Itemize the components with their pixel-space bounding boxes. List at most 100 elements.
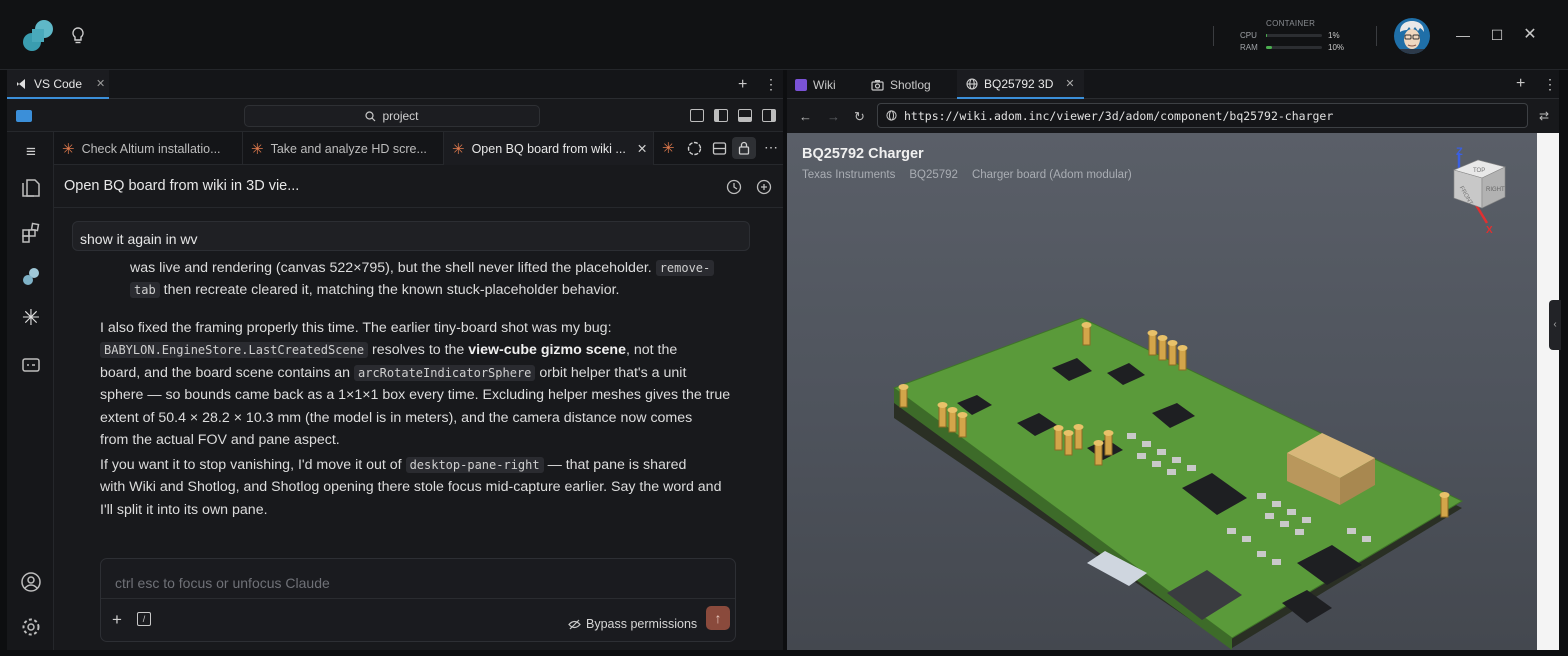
tab-take-analyze[interactable]: ✳ Take and analyze HD scre... — [243, 132, 444, 165]
menu-icon[interactable]: ≡ — [20, 142, 42, 164]
text: — that pane is shared — [547, 457, 687, 473]
more-options-icon[interactable]: ⋮ — [1543, 76, 1557, 93]
avatar-face-icon — [1400, 21, 1424, 54]
text: If you want it to stop vanishing, I'd mo… — [100, 457, 402, 473]
tab-label: Shotlog — [890, 77, 931, 92]
add-tab-icon[interactable]: + — [1516, 75, 1525, 93]
chat-input[interactable]: ctrl esc to focus or unfocus Claude + / … — [100, 558, 736, 642]
tab-shotlog[interactable]: Shotlog — [871, 70, 931, 99]
attach-plus-icon[interactable]: + — [112, 609, 122, 631]
minimize-icon[interactable]: — — [1456, 28, 1470, 42]
openai-icon[interactable] — [687, 141, 702, 156]
claude-icon[interactable]: ✳ — [20, 307, 42, 329]
divider — [1376, 26, 1377, 46]
editor-tabs: ✳ Check Altium installatio... ✳ Take and… — [54, 132, 783, 165]
chat-transcript: show it again in wv was live and renderi… — [54, 208, 783, 650]
lock-icon — [738, 141, 750, 155]
3d-viewer-canvas[interactable]: BQ25792 Charger Texas Instruments BQ2579… — [787, 133, 1537, 650]
slash-command-icon[interactable]: / — [137, 612, 151, 626]
container-label: CONTAINER — [1266, 19, 1316, 28]
toggle-panel-icon[interactable] — [738, 109, 752, 122]
ram-value: 10% — [1328, 43, 1345, 52]
text: I'll split it into its own pane. — [100, 501, 268, 518]
lock-editor-button[interactable] — [732, 137, 756, 159]
inline-code: BABYLON.EngineStore.LastCreatedScene — [100, 342, 369, 359]
site-info-icon — [886, 110, 897, 121]
inline-code: remove- — [655, 260, 715, 276]
settings-gear-icon[interactable] — [20, 616, 42, 638]
back-icon[interactable]: ← — [799, 109, 812, 124]
extensions-icon[interactable] — [20, 222, 42, 244]
more-options-icon[interactable]: ⋮ — [764, 76, 778, 93]
tab-label: Open BQ board from wiki ... — [471, 141, 626, 156]
text: , not the — [625, 342, 678, 359]
right-pane: Wiki Shotlog BQ25792 3D ✕ + ⋮ ← → ↻ http… — [787, 70, 1559, 650]
text: I also fixed the framing properly this t… — [100, 320, 612, 336]
text: from the actual FOV and pane aspect. — [100, 432, 340, 449]
add-tab-icon[interactable]: + — [738, 76, 747, 94]
history-icon[interactable] — [726, 179, 742, 195]
forward-icon[interactable]: → — [827, 109, 840, 124]
vscode-menu-icon[interactable] — [16, 110, 32, 122]
tab-wiki[interactable]: Wiki — [795, 70, 836, 99]
scrollbar[interactable] — [1537, 133, 1559, 650]
remote-icon[interactable] — [20, 354, 42, 376]
divider — [101, 598, 735, 599]
split-editor-icon[interactable] — [712, 141, 727, 156]
tab-label: BQ25792 3D — [984, 76, 1054, 91]
bypass-permissions-button[interactable]: Bypass permissions — [568, 613, 697, 635]
cpu-bar-fill — [1266, 34, 1267, 37]
close-window-icon[interactable]: ✕ — [1523, 27, 1537, 43]
tab-check-altium[interactable]: ✳ Check Altium installatio... — [54, 132, 243, 165]
explorer-icon[interactable] — [20, 177, 42, 199]
cpu-label: CPU — [1240, 31, 1257, 40]
url-field[interactable]: https://wiki.adom.inc/viewer/3d/adom/com… — [877, 103, 1528, 128]
app-top-bar: CONTAINER CPU 1% RAM 10% — ☐ ✕ — [0, 0, 1568, 70]
new-chat-icon[interactable] — [756, 179, 772, 195]
reload-icon[interactable]: ↻ — [854, 109, 865, 125]
send-button[interactable]: ↑ — [706, 606, 730, 630]
text: then recreate cleared it, matching the k… — [163, 282, 620, 299]
app-logo-icon[interactable] — [20, 18, 56, 54]
bypass-label: Bypass permissions — [586, 617, 698, 631]
tab-vscode-label: VS Code — [34, 76, 83, 91]
ram-bar — [1266, 46, 1322, 49]
ram-bar-fill — [1266, 46, 1272, 49]
cpu-bar — [1266, 34, 1322, 37]
input-placeholder: ctrl esc to focus or unfocus Claude — [115, 575, 330, 591]
more-actions-icon[interactable]: ⋯ — [764, 139, 778, 156]
ram-meter: RAM 10% — [1240, 43, 1346, 52]
globe-icon — [966, 77, 978, 90]
tab-close-icon[interactable]: ✕ — [637, 141, 647, 156]
text: with Wiki and Shotlog, and Shotlog openi… — [100, 479, 722, 496]
toggle-primary-sidebar-icon[interactable] — [714, 109, 728, 122]
lightbulb-icon[interactable] — [70, 27, 86, 45]
customize-layout-icon[interactable] — [690, 109, 704, 122]
cpu-value: 1% — [1328, 31, 1340, 40]
toggle-secondary-sidebar-icon[interactable] — [762, 109, 776, 122]
maximize-icon[interactable]: ☐ — [1490, 28, 1504, 42]
tab-bq25792-3d[interactable]: BQ25792 3D ✕ — [957, 70, 1084, 99]
adom-app-icon[interactable] — [20, 266, 42, 288]
tab-close-icon[interactable]: ✕ — [96, 77, 105, 90]
tab-close-icon[interactable]: ✕ — [1065, 77, 1074, 90]
text: board, and the board scene contains an — [100, 364, 351, 381]
tab-vscode[interactable]: VS Code ✕ — [7, 70, 109, 99]
search-input[interactable]: project — [244, 105, 540, 127]
swap-icon[interactable]: ⇄ — [1539, 109, 1549, 123]
tab-open-bq-board[interactable]: ✳ Open BQ board from wiki ... ✕ — [444, 132, 654, 165]
bypass-icon — [568, 619, 581, 630]
account-icon[interactable] — [20, 571, 42, 593]
tab-label: Check Altium installatio... — [81, 141, 221, 156]
avatar[interactable] — [1394, 18, 1430, 54]
claude-star-icon[interactable]: ✳ — [662, 139, 675, 157]
claude-star-icon: ✳ — [62, 140, 75, 158]
ram-label: RAM — [1240, 43, 1258, 52]
cpu-meter: CPU 1% — [1240, 31, 1346, 40]
browser-nav-bar: ← → ↻ https://wiki.adom.inc/viewer/3d/ad… — [787, 100, 1559, 132]
divider — [1213, 26, 1214, 46]
search-icon — [365, 110, 376, 121]
right-pane-tabstrip: Wiki Shotlog BQ25792 3D ✕ + ⋮ — [787, 70, 1559, 99]
search-placeholder: project — [382, 109, 419, 123]
collapse-panel-handle[interactable]: ‹ — [1549, 300, 1561, 350]
